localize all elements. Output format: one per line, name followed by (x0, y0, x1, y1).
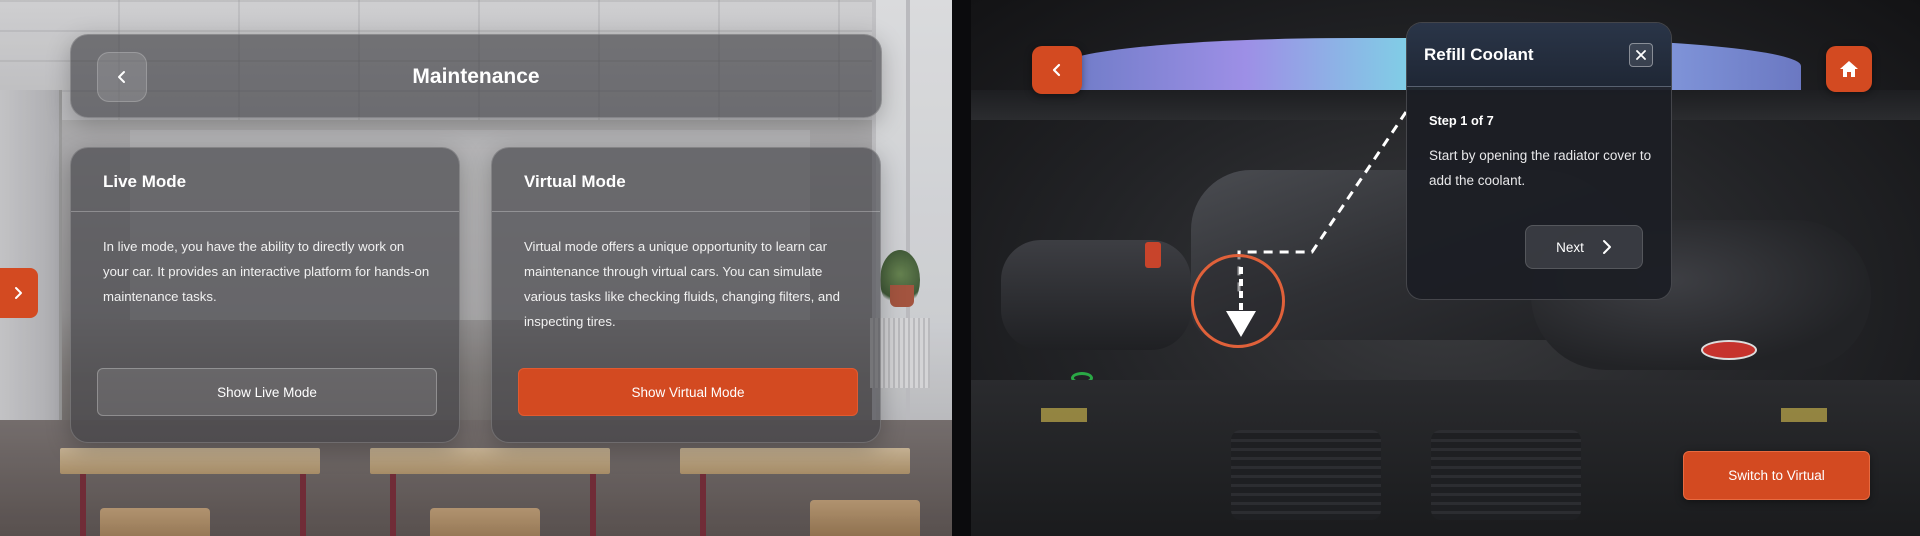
show-virtual-mode-button[interactable]: Show Virtual Mode (518, 368, 858, 416)
chevron-right-icon (1602, 239, 1612, 255)
virtual-mode-description: Virtual mode offers a unique opportunity… (524, 239, 840, 329)
step-instruction-text: Start by opening the radiator cover to a… (1429, 148, 1652, 188)
live-mode-selection-screen: Maintenance Live Mode In live mode, you … (0, 0, 952, 536)
view-divider (952, 0, 971, 536)
home-icon (1839, 60, 1859, 78)
side-panel-toggle[interactable] (0, 268, 38, 318)
header-bar: Maintenance (70, 34, 882, 118)
chevron-right-icon (13, 286, 25, 300)
background-badge (1701, 340, 1757, 360)
live-mode-title: Live Mode (103, 172, 187, 191)
back-button[interactable] (97, 52, 147, 102)
step-instruction-panel: Refill Coolant Step 1 of 7 Start by open… (1406, 22, 1672, 300)
chevron-left-icon (1050, 63, 1064, 77)
next-button[interactable]: Next (1525, 225, 1643, 269)
background-vent (1431, 430, 1581, 520)
step-panel-title: Refill Coolant (1424, 45, 1534, 64)
card-divider (492, 211, 880, 212)
virtual-mode-title: Virtual Mode (524, 172, 626, 191)
close-button[interactable] (1629, 43, 1653, 67)
step-counter: Step 1 of 7 (1429, 113, 1494, 128)
home-button[interactable] (1826, 46, 1872, 92)
background-vent (1231, 430, 1381, 520)
show-live-mode-button[interactable]: Show Live Mode (97, 368, 437, 416)
virtual-mode-card: Virtual Mode Virtual mode offers a uniqu… (491, 147, 881, 443)
live-mode-description: In live mode, you have the ability to di… (103, 239, 430, 304)
page-title: Maintenance (412, 65, 540, 88)
background-red-cap (1145, 242, 1161, 268)
arrow-down-icon (1224, 265, 1258, 341)
background-caution-label (1041, 408, 1087, 422)
back-button[interactable] (1032, 46, 1082, 94)
target-marker[interactable] (1191, 254, 1285, 348)
close-icon (1636, 50, 1646, 60)
step-panel-header: Refill Coolant (1407, 23, 1671, 87)
chevron-left-icon (115, 70, 129, 84)
background-reservoir (1001, 240, 1191, 350)
live-mode-card: Live Mode In live mode, you have the abi… (70, 147, 460, 443)
switch-to-virtual-button[interactable]: Switch to Virtual (1683, 451, 1870, 500)
next-label: Next (1556, 239, 1584, 255)
background-caution-label (1781, 408, 1827, 422)
card-divider (71, 211, 459, 212)
